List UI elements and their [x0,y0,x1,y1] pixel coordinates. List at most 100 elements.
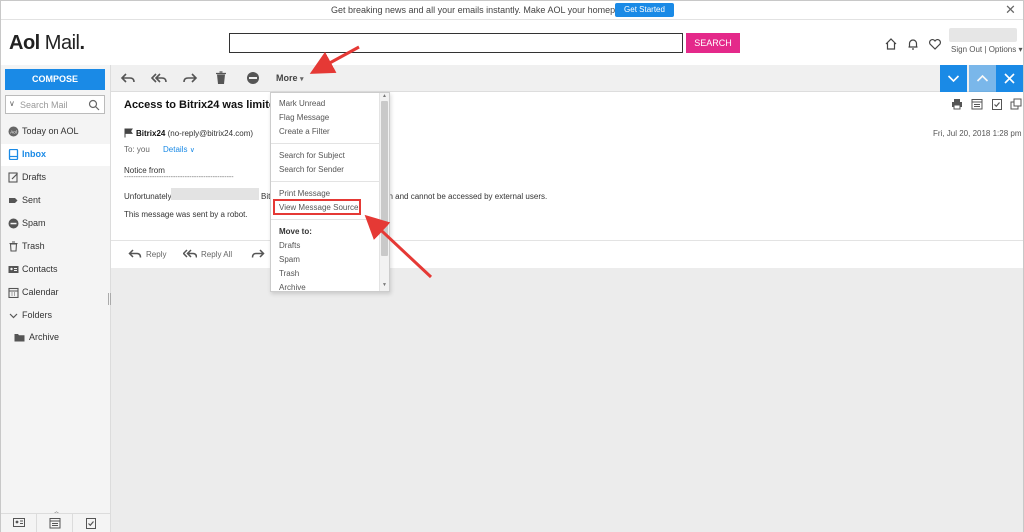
footer-contacts-button[interactable] [1,514,37,532]
close-message-button[interactable] [996,65,1023,92]
sender-email: (no-reply@bitrix24.com) [167,129,254,138]
scrollbar-thumb[interactable] [381,101,388,256]
chevron-down-icon[interactable] [8,310,19,321]
forward-icon [251,249,265,258]
inbox-icon [8,149,19,160]
message-area: Access to Bitrix24 was limited. Bitrix24… [111,92,1023,532]
message-panel: Access to Bitrix24 was limited. Bitrix24… [111,92,1023,268]
clipboard-icon[interactable] [991,98,1003,110]
sidebar-item-calendar[interactable]: Calendar [1,282,110,304]
menu-item-flag-message[interactable]: Flag Message [279,113,329,122]
sidebar-item-spam[interactable]: Spam [1,213,110,235]
menu-item-search-sender[interactable]: Search for Sender [279,165,344,174]
sidebar-item-label: Spam [22,218,46,228]
menu-item-move-drafts[interactable]: Drafts [279,241,300,250]
link-separator: | [984,45,987,54]
reply-icon[interactable] [120,71,136,85]
drafts-icon [8,172,18,183]
chevron-up-icon [976,74,989,82]
options-caret-icon[interactable]: ▾ [1019,45,1023,54]
forward-icon[interactable] [182,71,198,85]
more-dropdown-menu: Mark Unread Flag Message Create a Filter… [270,92,390,292]
sidebar-item-label: Contacts [22,264,58,274]
footer-tasks-button[interactable] [73,514,109,532]
menu-item-print-message[interactable]: Print Message [279,189,330,198]
chevron-down-icon[interactable]: ∨ [9,99,15,108]
message-date: Fri, Jul 20, 2018 1:28 pm [933,129,1022,138]
user-links: Sign Out | Options ▾ [951,45,1023,54]
delete-icon[interactable] [213,71,229,85]
flag-icon[interactable] [124,128,133,138]
heart-icon[interactable] [928,37,942,51]
menu-item-mark-unread[interactable]: Mark Unread [279,99,325,108]
contacts-icon [8,266,19,273]
close-banner-icon[interactable]: ✕ [1005,3,1016,17]
menu-item-create-filter[interactable]: Create a Filter [279,127,330,136]
menu-divider [271,219,379,220]
reply-all-label: Reply All [201,250,233,259]
sidebar-item-label: Calendar [22,287,59,297]
search-mail-field[interactable]: ∨ Search Mail [5,95,105,114]
home-icon[interactable] [884,37,898,51]
search-icon[interactable] [88,99,100,111]
clipboard-icon [86,518,96,529]
sidebar-item-today-on-aol[interactable]: Aol Today on AOL [1,121,110,143]
reply-all-icon [183,249,197,258]
reply-all-icon[interactable] [151,71,167,85]
contacts-icon [13,518,25,527]
calendar-icon [8,287,19,298]
search-button[interactable]: SEARCH [686,33,740,53]
menu-item-move-trash[interactable]: Trash [279,269,299,278]
footer-calendar-button[interactable] [37,514,73,532]
sidebar-item-folders[interactable]: Folders [1,305,110,327]
menu-item-move-archive[interactable]: Archive [279,283,306,291]
spam-icon[interactable] [245,71,261,85]
next-message-button[interactable] [940,65,967,92]
sidebar-item-sent[interactable]: Sent [1,190,110,212]
search-input[interactable] [229,33,683,53]
menu-scrollbar[interactable]: ▲ ▼ [379,93,389,291]
chevron-down-icon: ∨ [189,147,195,154]
search-mail-placeholder: Search Mail [20,100,68,110]
menu-divider [271,181,379,182]
banner-text: Get breaking news and all your emails in… [331,5,652,15]
popout-icon[interactable] [1010,98,1022,110]
sender-name[interactable]: Bitrix24 [136,129,165,138]
app-header: Aol Mail. SEARCH Sign Out | Options ▾ [1,21,1023,65]
redacted-text [171,188,259,200]
sidebar-item-contacts[interactable]: Contacts [1,259,110,281]
menu-item-search-subject[interactable]: Search for Subject [279,151,345,160]
bell-icon[interactable] [906,37,920,51]
compose-button[interactable]: COMPOSE [5,69,105,90]
logo-dot: . [79,32,85,54]
scroll-down-icon[interactable]: ▼ [382,282,387,288]
sidebar-item-archive[interactable]: Archive [1,327,110,349]
previous-message-button[interactable] [969,65,996,92]
menu-item-move-spam[interactable]: Spam [279,255,300,264]
details-label: Details [163,145,188,154]
sign-out-link[interactable]: Sign Out [951,45,982,54]
options-link[interactable]: Options [989,45,1017,54]
sent-icon [9,198,18,203]
get-started-button[interactable]: Get Started [615,3,674,17]
aol-mail-logo[interactable]: Aol Mail. [9,32,85,55]
sidebar-item-drafts[interactable]: Drafts [1,167,110,189]
recipient-label: To: you [124,145,150,154]
close-icon [1004,73,1015,84]
chevron-down-icon [947,75,960,83]
scroll-up-icon[interactable]: ▲ [382,93,387,99]
sender-line: Bitrix24 (no-reply@bitrix24.com) [136,129,253,138]
more-menu-button[interactable]: More ▾ [276,73,304,83]
sidebar-item-trash[interactable]: Trash [1,236,110,258]
print-icon[interactable] [951,98,963,110]
details-toggle[interactable]: Details ∨ [163,145,195,154]
sidebar-item-label: Sent [22,195,41,205]
logo-brand: Aol [9,32,40,54]
body-robot: This message was sent by a robot. [124,210,248,219]
sidebar-item-inbox[interactable]: Inbox [1,144,110,166]
message-toolbar: More ▾ [111,65,1023,92]
sidebar: COMPOSE ∨ Search Mail Aol Today on AOL I… [1,65,111,532]
sidebar-item-label: Inbox [22,149,46,159]
calendar-icon [49,518,61,529]
calendar-icon[interactable] [971,98,983,110]
